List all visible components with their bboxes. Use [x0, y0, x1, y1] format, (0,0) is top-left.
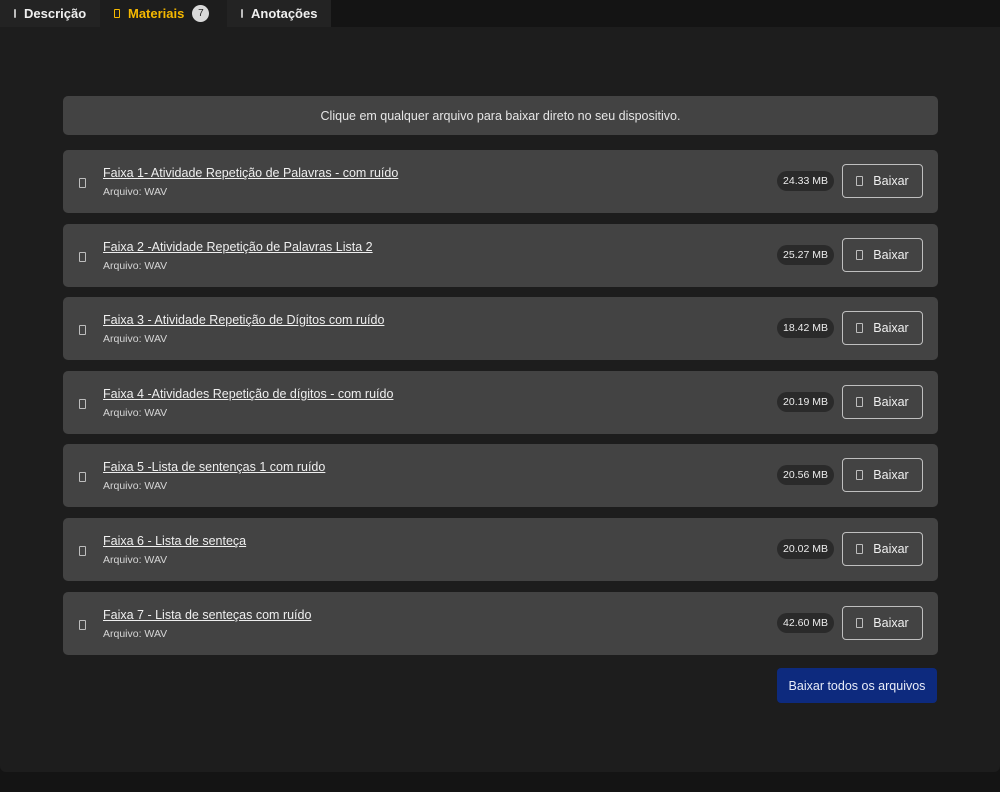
file-icon — [79, 545, 86, 556]
file-size-badge: 20.56 MB — [777, 465, 834, 486]
download-all-button[interactable]: Baixar todos os arquivos — [777, 668, 937, 703]
file-icon — [79, 251, 86, 262]
file-type: Arquivo: WAV — [103, 627, 168, 640]
download-icon — [856, 543, 864, 554]
file-icon — [79, 398, 86, 409]
document-icon — [14, 9, 16, 18]
download-button-label: Baixar — [873, 247, 909, 262]
file-type: Arquivo: WAV — [103, 480, 168, 493]
file-name-link[interactable]: Faixa 6 - Lista de senteça — [103, 534, 246, 548]
download-icon — [856, 396, 864, 407]
tab-label: Anotações — [251, 6, 318, 21]
tab-materiais[interactable]: Materiais 7 — [100, 0, 227, 27]
file-type: Arquivo: WAV — [103, 186, 168, 198]
file-icon — [79, 619, 86, 630]
file-item[interactable]: Faixa 6 - Lista de senteça Arquivo: WAV … — [63, 517, 938, 581]
file-name-link[interactable]: Faixa 4 -Atividades Repetição de dígitos… — [103, 387, 393, 401]
file-name-link[interactable]: Faixa 3 - Atividade Repetição de Dígitos… — [103, 313, 384, 327]
tab-label: Descrição — [24, 6, 87, 21]
file-icon — [79, 178, 86, 188]
tab-label: Materiais — [128, 6, 185, 21]
file-item[interactable]: Faixa 1- Atividade Repetição de Palavras… — [63, 150, 938, 213]
file-icon — [79, 325, 86, 336]
tab-descricao[interactable]: Descrição — [0, 0, 100, 27]
file-size-badge: 20.19 MB — [777, 391, 834, 412]
download-icon — [856, 249, 864, 260]
file-size-badge: 20.02 MB — [777, 538, 834, 559]
file-name-link[interactable]: Faixa 2 -Atividade Repetição de Palavras… — [103, 240, 373, 254]
file-type: Arquivo: WAV — [103, 553, 168, 566]
file-size-badge: 42.60 MB — [777, 612, 834, 633]
download-button[interactable]: Baixar — [842, 164, 923, 198]
download-button-label: Baixar — [873, 174, 909, 188]
file-type: Arquivo: WAV — [103, 259, 168, 272]
download-button[interactable]: Baixar — [842, 458, 923, 493]
file-list: Faixa 1- Atividade Repetição de Palavras… — [63, 150, 938, 665]
download-button-label: Baixar — [873, 541, 909, 556]
folder-icon — [114, 9, 120, 18]
tab-anotacoes[interactable]: Anotações — [227, 0, 331, 27]
download-button-label: Baixar — [873, 321, 909, 336]
file-icon — [79, 472, 86, 483]
download-icon — [856, 176, 864, 186]
file-item[interactable]: Faixa 5 -Lista de sentenças 1 com ruído … — [63, 444, 938, 508]
file-size-badge: 24.33 MB — [777, 171, 834, 191]
download-button-label: Baixar — [873, 468, 909, 483]
file-size-badge: 25.27 MB — [777, 244, 834, 265]
download-button[interactable]: Baixar — [842, 531, 923, 566]
download-button[interactable]: Baixar — [842, 384, 923, 419]
download-icon — [856, 323, 864, 334]
file-name-link[interactable]: Faixa 5 -Lista de sentenças 1 com ruído — [103, 460, 325, 474]
download-button[interactable]: Baixar — [842, 237, 923, 272]
file-item[interactable]: Faixa 3 - Atividade Repetição de Dígitos… — [63, 297, 938, 361]
file-type: Arquivo: WAV — [103, 333, 168, 346]
count-badge: 7 — [192, 5, 210, 22]
download-button-label: Baixar — [873, 615, 909, 630]
download-button[interactable]: Baixar — [842, 311, 923, 346]
materials-panel: Clique em qualquer arquivo para baixar d… — [0, 27, 1000, 772]
download-notice: Clique em qualquer arquivo para baixar d… — [63, 96, 938, 135]
note-icon — [241, 9, 243, 18]
tab-bar: Descrição Materiais 7 Anotações — [0, 0, 331, 27]
file-name-link[interactable]: Faixa 1- Atividade Repetição de Palavras… — [103, 166, 398, 180]
file-name-link[interactable]: Faixa 7 - Lista de senteças com ruído — [103, 608, 311, 622]
download-button[interactable]: Baixar — [842, 605, 923, 640]
download-button-label: Baixar — [873, 394, 909, 409]
download-icon — [856, 617, 864, 628]
file-item[interactable]: Faixa 4 -Atividades Repetição de dígitos… — [63, 370, 938, 434]
file-type: Arquivo: WAV — [103, 406, 168, 419]
file-item[interactable]: Faixa 7 - Lista de senteças com ruído Ar… — [63, 591, 938, 655]
file-size-badge: 18.42 MB — [777, 318, 834, 339]
download-icon — [856, 470, 864, 481]
file-item[interactable]: Faixa 2 -Atividade Repetição de Palavras… — [63, 223, 938, 287]
